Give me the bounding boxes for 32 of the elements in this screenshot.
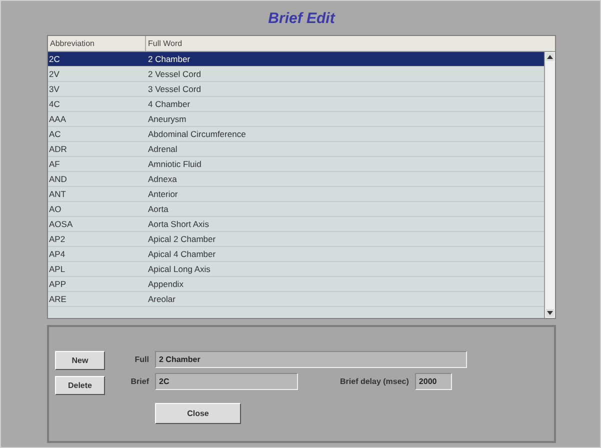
full-field[interactable]: 2 Chamber — [155, 351, 467, 368]
list-row[interactable]: AP2 Apical 2 Chamber — [48, 232, 544, 247]
delete-button[interactable]: Delete — [55, 376, 105, 395]
list-row[interactable]: AP4 Apical 4 Chamber — [48, 247, 544, 262]
brief-field[interactable]: 2C — [155, 373, 298, 390]
close-button[interactable]: Close — [155, 403, 241, 424]
list-row[interactable]: AC Abdominal Circumference — [48, 127, 544, 142]
new-button[interactable]: New — [55, 351, 105, 370]
list-row[interactable]: 2V 2 Vessel Cord — [48, 67, 544, 82]
list-row[interactable]: AAA Aneurysm — [48, 112, 544, 127]
column-header[interactable]: Abbreviation — [48, 36, 146, 51]
full-label: Full — [134, 355, 149, 364]
window-title: Brief Edit — [268, 10, 335, 26]
column-header[interactable]: Full Word — [146, 36, 555, 51]
scroll-up-icon[interactable] — [546, 53, 554, 61]
scrollbar[interactable] — [544, 52, 555, 318]
list-row[interactable]: ARE Areolar — [48, 292, 544, 307]
brief-label: Brief — [130, 377, 149, 386]
list-row[interactable]: AND Adnexa — [48, 172, 544, 187]
list-row[interactable]: ANT Anterior — [48, 187, 544, 202]
list-row[interactable]: APP Appendix — [48, 277, 544, 292]
list-row[interactable]: 4C 4 Chamber — [48, 97, 544, 112]
list-row[interactable]: ADR Adrenal — [48, 142, 544, 157]
list-row[interactable]: AOSA Aorta Short Axis — [48, 217, 544, 232]
list-row[interactable]: 3V 3 Vessel Cord — [48, 82, 544, 97]
list-row[interactable]: APL Apical Long Axis — [48, 262, 544, 277]
brief-delay-field[interactable]: 2000 — [414, 373, 452, 390]
list-row[interactable]: AF Amniotic Fluid — [48, 157, 544, 172]
scroll-down-icon[interactable] — [546, 309, 554, 317]
list-row[interactable]: 2C 2 Chamber — [48, 52, 544, 67]
brief-delay-label: Brief delay (msec) — [340, 377, 409, 386]
list-row[interactable]: AO Aorta — [48, 202, 544, 217]
